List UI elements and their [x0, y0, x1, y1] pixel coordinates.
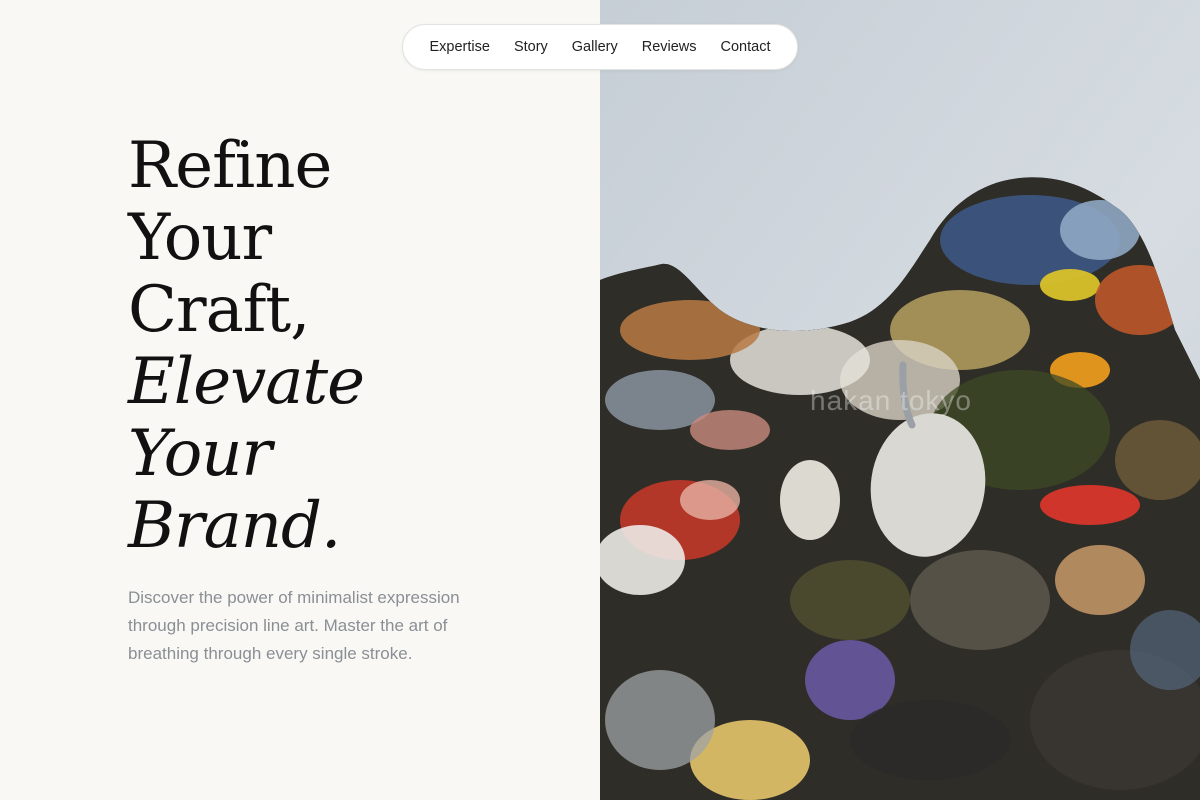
headline-line: Craft, [128, 273, 310, 347]
top-nav: Expertise Story Gallery Reviews Contact [402, 24, 798, 70]
headline-line-italic: Your [128, 417, 272, 491]
nav-item-contact[interactable]: Contact [709, 24, 783, 70]
headline-line-italic: Brand. [128, 489, 341, 563]
hero-image: hakan tokyo [600, 0, 1200, 800]
hero-text-panel: Refine Your Craft, Elevate Your Brand. D… [0, 0, 600, 800]
nav-item-expertise[interactable]: Expertise [417, 24, 501, 70]
nav-item-reviews[interactable]: Reviews [630, 24, 709, 70]
nav-item-gallery[interactable]: Gallery [560, 24, 630, 70]
hero-headline: Refine Your Craft, Elevate Your Brand. [128, 130, 568, 562]
nav-item-story[interactable]: Story [502, 24, 560, 70]
photo-watermark: hakan tokyo [810, 385, 972, 416]
headline-line: Your [128, 201, 272, 275]
headline-line-italic: Elevate [128, 345, 365, 419]
landing-page: Refine Your Craft, Elevate Your Brand. D… [0, 0, 1200, 800]
hero-description: Discover the power of minimalist express… [128, 588, 460, 663]
headline-line: Refine [128, 129, 332, 203]
